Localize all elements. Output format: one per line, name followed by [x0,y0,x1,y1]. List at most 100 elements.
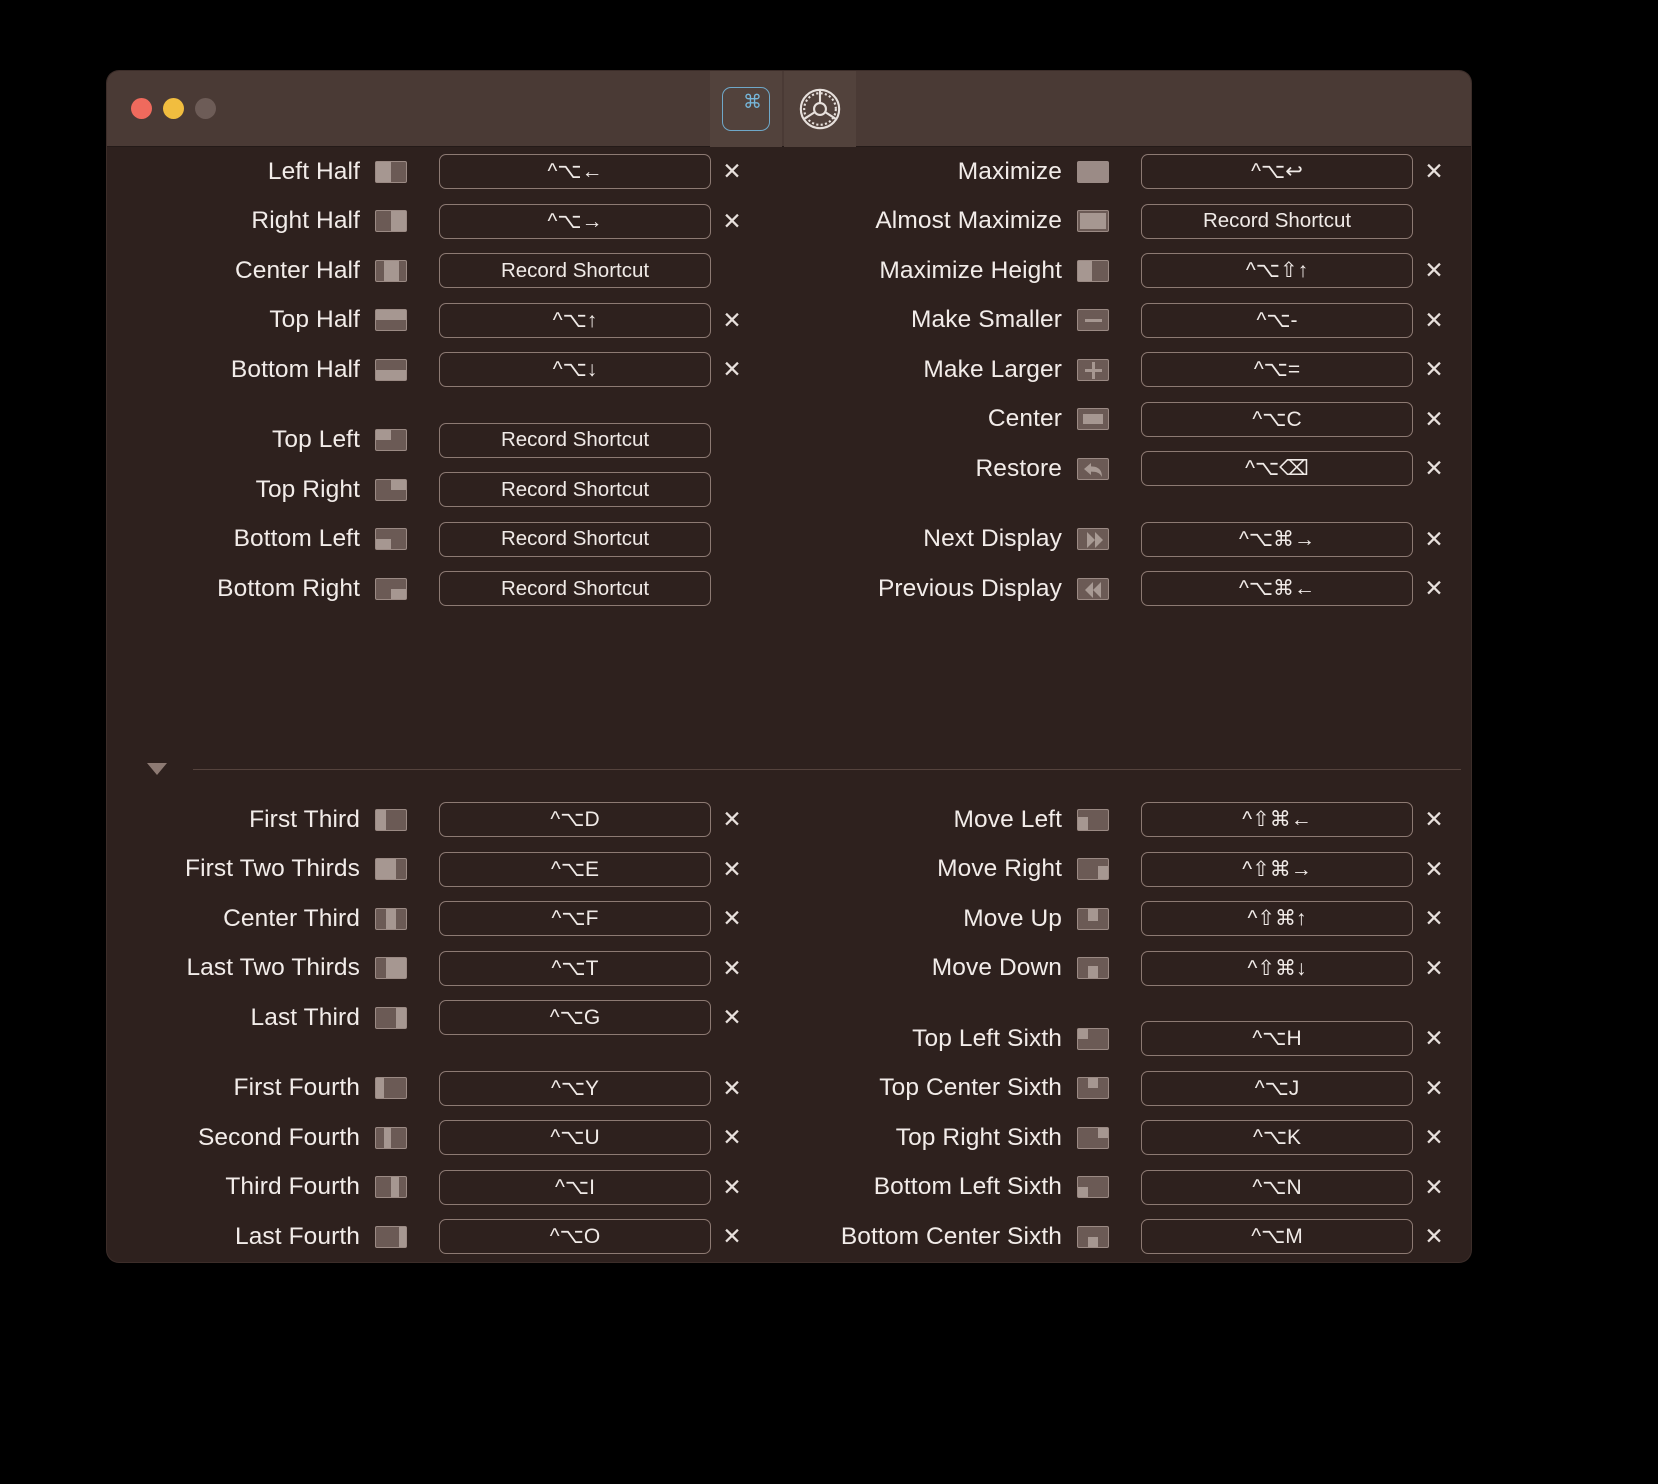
clear-shortcut-button[interactable]: ✕ [1417,1022,1451,1056]
command-key-icon: ⌘ [722,87,770,131]
recorded-shortcut-button[interactable]: ^⌥G [439,1000,711,1036]
recorded-shortcut-button[interactable]: ^⇧⌘↓ [1141,950,1413,986]
layout-preview-icon [1075,1077,1111,1100]
clear-shortcut-button[interactable]: ✕ [1417,353,1451,387]
group-thirds: First Third ^⌥D ✕ First Two Thirds ^⌥E ✕ Cente… [117,795,749,1043]
recorded-shortcut-button[interactable]: ^⌥N [1141,1169,1413,1205]
shortcut-row: Next Display ^⌥⌘→ ✕ [819,515,1451,565]
layout-preview-icon [373,1176,409,1199]
recorded-shortcut-button[interactable]: ^⌥U [439,1120,711,1156]
recorded-shortcut-button[interactable]: ^⌥↓ [439,352,711,388]
clear-shortcut-button[interactable]: ✕ [715,902,749,936]
record-shortcut-button[interactable]: Record Shortcut [1141,203,1413,239]
clear-shortcut-button[interactable]: ✕ [1417,155,1451,189]
layout-preview-icon [373,429,409,452]
layout-preview-icon [373,259,409,282]
recorded-shortcut-button[interactable]: ^⌥⌘→ [1141,521,1413,557]
layout-first-fourth-icon [375,1077,407,1100]
restore-arrow-icon [1077,457,1109,480]
minimize-window-button[interactable] [163,98,184,119]
recorded-shortcut-button[interactable]: ^⌥T [439,950,711,986]
clear-shortcut-button[interactable]: ✕ [715,803,749,837]
minus-icon [1077,309,1109,332]
clear-shortcut-button[interactable]: ✕ [1417,1071,1451,1105]
recorded-shortcut-button[interactable]: ^⌥⇧↑ [1141,253,1413,289]
recorded-shortcut-button[interactable]: ^⌥← [439,154,711,190]
clear-shortcut-button[interactable]: ✕ [1417,803,1451,837]
recorded-shortcut-button[interactable]: ^⌥O [439,1219,711,1255]
clear-shortcut-button[interactable]: ✕ [1417,452,1451,486]
clear-shortcut-button[interactable]: ✕ [1417,951,1451,985]
clear-shortcut-button[interactable]: ✕ [715,353,749,387]
clear-shortcut-button[interactable]: ✕ [715,1001,749,1035]
recorded-shortcut-button[interactable]: ^⌥K [1141,1120,1413,1156]
clear-shortcut-button[interactable]: ✕ [1417,254,1451,288]
shortcut-row: Move Right ^⇧⌘→ ✕ [819,845,1451,895]
clear-shortcut-button[interactable]: ✕ [1417,303,1451,337]
clear-shortcut-button[interactable]: ✕ [715,951,749,985]
clear-shortcut-button[interactable]: ✕ [1417,572,1451,606]
clear-shortcut-button[interactable]: ✕ [715,204,749,238]
command-glyph: ⌘ [743,92,762,113]
tab-settings[interactable] [784,71,856,147]
tab-shortcuts[interactable]: ⌘ [710,71,782,147]
clear-shortcut-button[interactable]: ✕ [1417,902,1451,936]
clear-shortcut-button[interactable]: ✕ [1417,402,1451,436]
group-spacer-2 [819,494,1451,515]
action-label: Bottom Half [230,355,360,383]
record-shortcut-button[interactable]: Record Shortcut [439,422,711,458]
clear-shortcut-button[interactable]: ✕ [1417,1220,1451,1254]
recorded-shortcut-button[interactable]: ^⌥= [1141,352,1413,388]
clear-shortcut-button[interactable]: ✕ [715,1220,749,1254]
action-label: Bottom Right [217,574,360,602]
record-shortcut-button[interactable]: Record Shortcut [439,253,711,289]
clear-shortcut-button[interactable]: ✕ [715,852,749,886]
record-shortcut-button[interactable]: Record Shortcut [439,521,711,557]
close-window-button[interactable] [131,98,152,119]
action-label: Center [987,405,1062,433]
recorded-shortcut-button[interactable]: ^⌥I [439,1169,711,1205]
recorded-shortcut-button[interactable]: ^⇧⌘→ [1141,851,1413,887]
recorded-shortcut-button[interactable]: ^⌥⌘← [1141,571,1413,607]
recorded-shortcut-button[interactable]: ^⌥↑ [439,302,711,338]
action-label: Make Smaller [911,306,1062,334]
action-label: Top Left Sixth [912,1024,1062,1052]
recorded-shortcut-button[interactable]: ^⌥D [439,802,711,838]
clear-shortcut-button[interactable]: ✕ [715,303,749,337]
clear-shortcut-button[interactable]: ✕ [1417,1170,1451,1204]
action-label: Top Left [272,426,360,454]
shortcut-row: Left Half ^⌥← ✕ [117,147,749,197]
zoom-window-button[interactable] [195,98,216,119]
clear-shortcut-button[interactable]: ✕ [1417,852,1451,886]
recorded-shortcut-button[interactable]: ^⌥C [1141,401,1413,437]
clear-shortcut-button[interactable]: ✕ [715,1071,749,1105]
recorded-shortcut-button[interactable]: ^⌥J [1141,1070,1413,1106]
recorded-shortcut-button[interactable]: ^⌥F [439,901,711,937]
recorded-shortcut-button[interactable]: ^⇧⌘↑ [1141,901,1413,937]
recorded-shortcut-button[interactable]: ^⌥M [1141,1219,1413,1255]
recorded-shortcut-button[interactable]: ^⌥⌫ [1141,451,1413,487]
shortcut-control: ^⌥C ✕ [1141,401,1451,437]
recorded-shortcut-button[interactable]: ^⌥E [439,851,711,887]
clear-shortcut-button[interactable]: ✕ [1417,522,1451,556]
clear-shortcut-button[interactable]: ✕ [1417,1121,1451,1155]
layout-top-left-sixth-icon [1077,1027,1109,1050]
recorded-shortcut-button[interactable]: ^⌥Y [439,1070,711,1106]
action-label: Maximize [957,157,1062,185]
record-shortcut-button[interactable]: Record Shortcut [439,472,711,508]
record-shortcut-button[interactable]: Record Shortcut [439,571,711,607]
clear-shortcut-button[interactable]: ✕ [715,155,749,189]
layout-last-two-thirds-icon [375,957,407,980]
clear-shortcut-button[interactable]: ✕ [715,1170,749,1204]
shortcut-row: Restore ^⌥⌫ ✕ [819,444,1451,494]
clear-shortcut-button[interactable]: ✕ [715,1121,749,1155]
shortcut-row: Last Third ^⌥G ✕ [117,993,749,1043]
next-display-icon [1077,528,1109,551]
recorded-shortcut-button[interactable]: ^⌥- [1141,302,1413,338]
collapse-triangle-icon[interactable] [147,763,167,775]
recorded-shortcut-button[interactable]: ^⇧⌘← [1141,802,1413,838]
recorded-shortcut-button[interactable]: ^⌥→ [439,203,711,239]
recorded-shortcut-button[interactable]: ^⌥↩ [1141,154,1413,190]
shortcut-row: Make Larger ^⌥= ✕ [819,345,1451,395]
recorded-shortcut-button[interactable]: ^⌥H [1141,1021,1413,1057]
